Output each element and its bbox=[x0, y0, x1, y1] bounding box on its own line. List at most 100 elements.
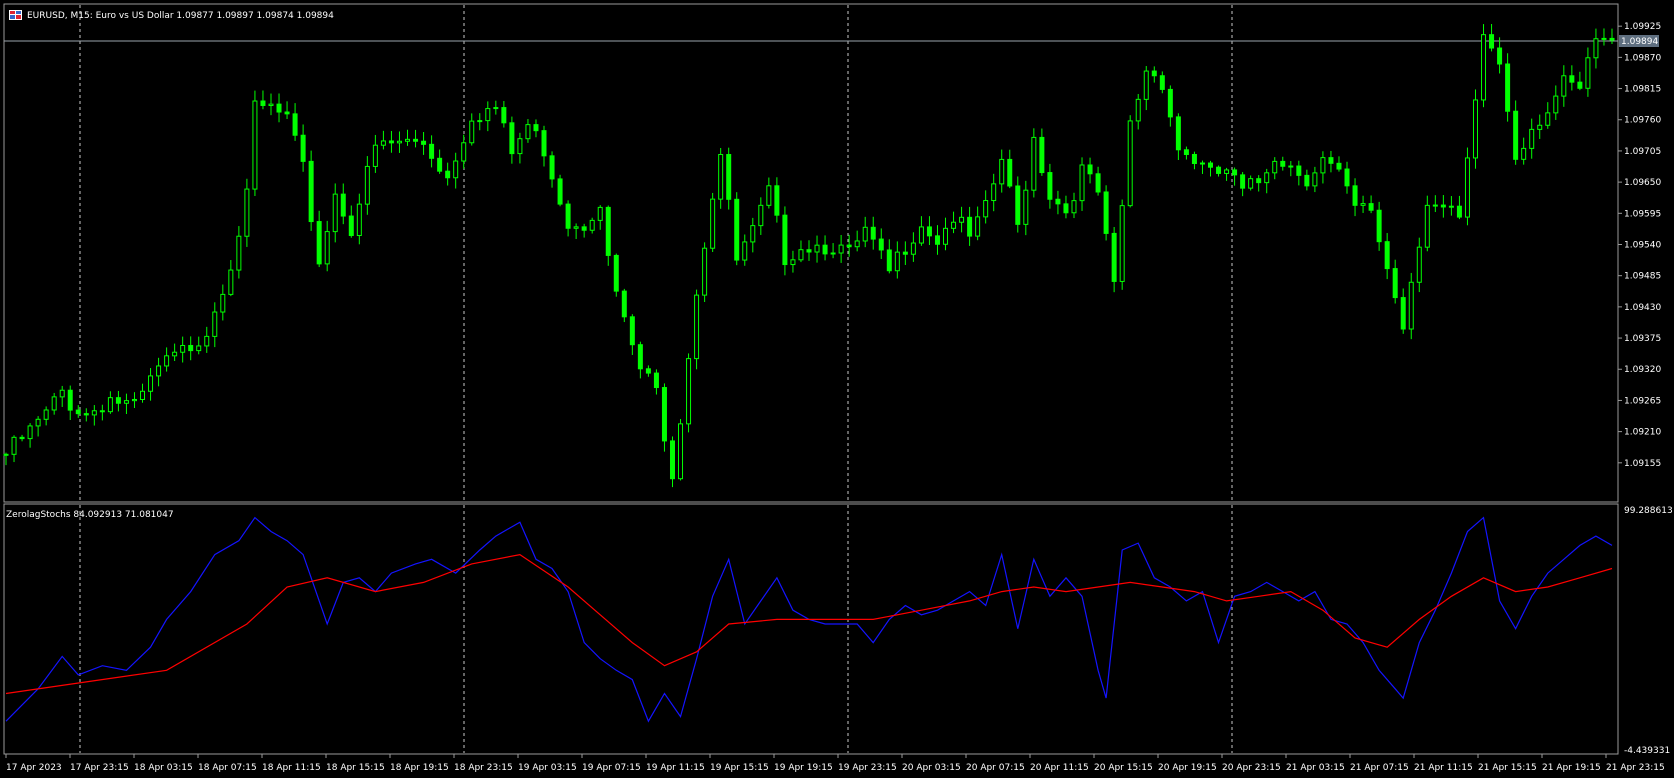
indicator-tick-label: -4.439331 bbox=[1624, 746, 1670, 756]
candle-body bbox=[1497, 47, 1503, 65]
time-tick-label: 18 Apr 11:15 bbox=[262, 763, 321, 773]
candle-body bbox=[1424, 204, 1430, 248]
time-tick-label: 19 Apr 23:15 bbox=[838, 763, 897, 773]
candle-body bbox=[204, 335, 210, 347]
candle-body bbox=[886, 249, 892, 272]
candle-body bbox=[702, 247, 708, 296]
candle-body bbox=[878, 238, 884, 251]
candle-body bbox=[107, 397, 113, 413]
chart-canvas[interactable]: 1.09925 1.09870 1.09815 1.09760 1.09705 1.096… bbox=[0, 0, 1674, 778]
candle-body bbox=[509, 122, 515, 155]
candle-body bbox=[59, 389, 65, 398]
price-tick-label: 1.09155 bbox=[1624, 459, 1661, 469]
candle-body bbox=[1545, 112, 1551, 126]
candle-body bbox=[549, 155, 555, 180]
candle-body bbox=[172, 351, 178, 357]
price-tick-label: 1.09265 bbox=[1624, 396, 1661, 406]
current-price-text: 1.09894 bbox=[1621, 37, 1658, 47]
candle-body bbox=[156, 365, 162, 377]
price-tick-label: 1.09485 bbox=[1624, 272, 1661, 282]
candle-body bbox=[140, 390, 146, 400]
candle-body bbox=[959, 216, 965, 223]
candle-body bbox=[1167, 88, 1173, 118]
candle-body bbox=[573, 226, 579, 229]
candle-body bbox=[43, 409, 49, 420]
candle-body bbox=[244, 188, 250, 237]
price-tick-label: 1.09540 bbox=[1624, 240, 1661, 250]
price-axis: 1.09925 1.09870 1.09815 1.09760 1.09705 1.096… bbox=[1618, 22, 1661, 469]
candle-body bbox=[123, 400, 129, 404]
candle-body bbox=[694, 294, 700, 360]
candle-body bbox=[51, 396, 57, 411]
time-tick-label: 18 Apr 19:15 bbox=[390, 763, 449, 773]
candle-body bbox=[413, 138, 419, 142]
time-tick-label: 21 Apr 07:15 bbox=[1350, 763, 1409, 773]
candle-body bbox=[1031, 136, 1037, 191]
candle-body bbox=[469, 120, 475, 144]
candle-body bbox=[364, 165, 370, 205]
candle-body bbox=[1481, 34, 1487, 101]
candle-body bbox=[228, 269, 234, 295]
candle-body bbox=[1400, 297, 1406, 330]
candle-body bbox=[758, 204, 764, 227]
candle-body bbox=[1183, 149, 1189, 155]
candle-body bbox=[91, 410, 97, 416]
candle-body bbox=[148, 375, 154, 392]
candle-body bbox=[1609, 37, 1615, 41]
candle-body bbox=[188, 344, 194, 352]
candle-body bbox=[1408, 281, 1414, 330]
chart-terminal[interactable]: 1.09925 1.09870 1.09815 1.09760 1.09705 1.096… bbox=[0, 0, 1674, 778]
candle-body bbox=[316, 221, 322, 265]
candle-body bbox=[1135, 98, 1141, 122]
price-tick-label: 1.09870 bbox=[1624, 53, 1661, 63]
candle-body bbox=[1039, 136, 1045, 174]
candle-body bbox=[3, 453, 9, 456]
candle-body bbox=[1296, 165, 1302, 176]
candle-body bbox=[943, 227, 949, 245]
candle-body bbox=[565, 203, 571, 229]
candle-body bbox=[372, 144, 378, 167]
candle-body bbox=[1376, 209, 1382, 243]
candle-body bbox=[1159, 75, 1165, 90]
candle-body bbox=[1569, 75, 1575, 83]
candle-body bbox=[742, 241, 748, 261]
candle-body bbox=[1256, 178, 1262, 184]
candle-body bbox=[196, 345, 202, 352]
candle-body bbox=[429, 143, 435, 159]
candle-body bbox=[1472, 99, 1478, 159]
candle-body bbox=[308, 160, 314, 223]
candle-body bbox=[1553, 95, 1559, 114]
candle-body bbox=[1352, 185, 1358, 206]
price-tick-label: 1.09760 bbox=[1624, 116, 1661, 126]
time-tick-label: 21 Apr 23:15 bbox=[1606, 763, 1665, 773]
time-tick-label: 18 Apr 03:15 bbox=[134, 763, 193, 773]
candle-body bbox=[268, 103, 274, 106]
candle-body bbox=[750, 225, 756, 243]
indicator-title: ZerolagStochs 84.092913 71.081047 bbox=[6, 510, 174, 520]
candle-body bbox=[1208, 162, 1213, 168]
candle-body bbox=[1111, 232, 1117, 282]
candle-body bbox=[1288, 165, 1294, 168]
candle-body bbox=[533, 124, 539, 132]
price-tick-label: 1.09925 bbox=[1624, 22, 1661, 32]
candle-body bbox=[1384, 241, 1390, 270]
candle-body bbox=[1264, 172, 1270, 184]
candle-body bbox=[814, 244, 820, 253]
candle-body bbox=[894, 251, 900, 272]
candle-body bbox=[1448, 205, 1454, 208]
candle-body bbox=[710, 198, 716, 249]
candle-body bbox=[115, 397, 121, 404]
current-price-label: 1.09894 bbox=[1619, 35, 1659, 47]
price-tick-label: 1.09815 bbox=[1624, 85, 1661, 95]
chart-title: EURUSD, M15: Euro vs US Dollar 1.09877 1… bbox=[27, 11, 334, 21]
candle-body bbox=[951, 221, 957, 229]
chart-background bbox=[0, 0, 1674, 778]
candle-body bbox=[1175, 116, 1181, 151]
candle-body bbox=[661, 387, 667, 442]
candle-body bbox=[991, 183, 997, 202]
candle-body bbox=[340, 193, 346, 217]
candle-body bbox=[284, 111, 290, 115]
candle-body bbox=[1047, 172, 1053, 200]
time-tick-label: 21 Apr 15:15 bbox=[1478, 763, 1537, 773]
time-tick-label: 21 Apr 11:15 bbox=[1414, 763, 1473, 773]
